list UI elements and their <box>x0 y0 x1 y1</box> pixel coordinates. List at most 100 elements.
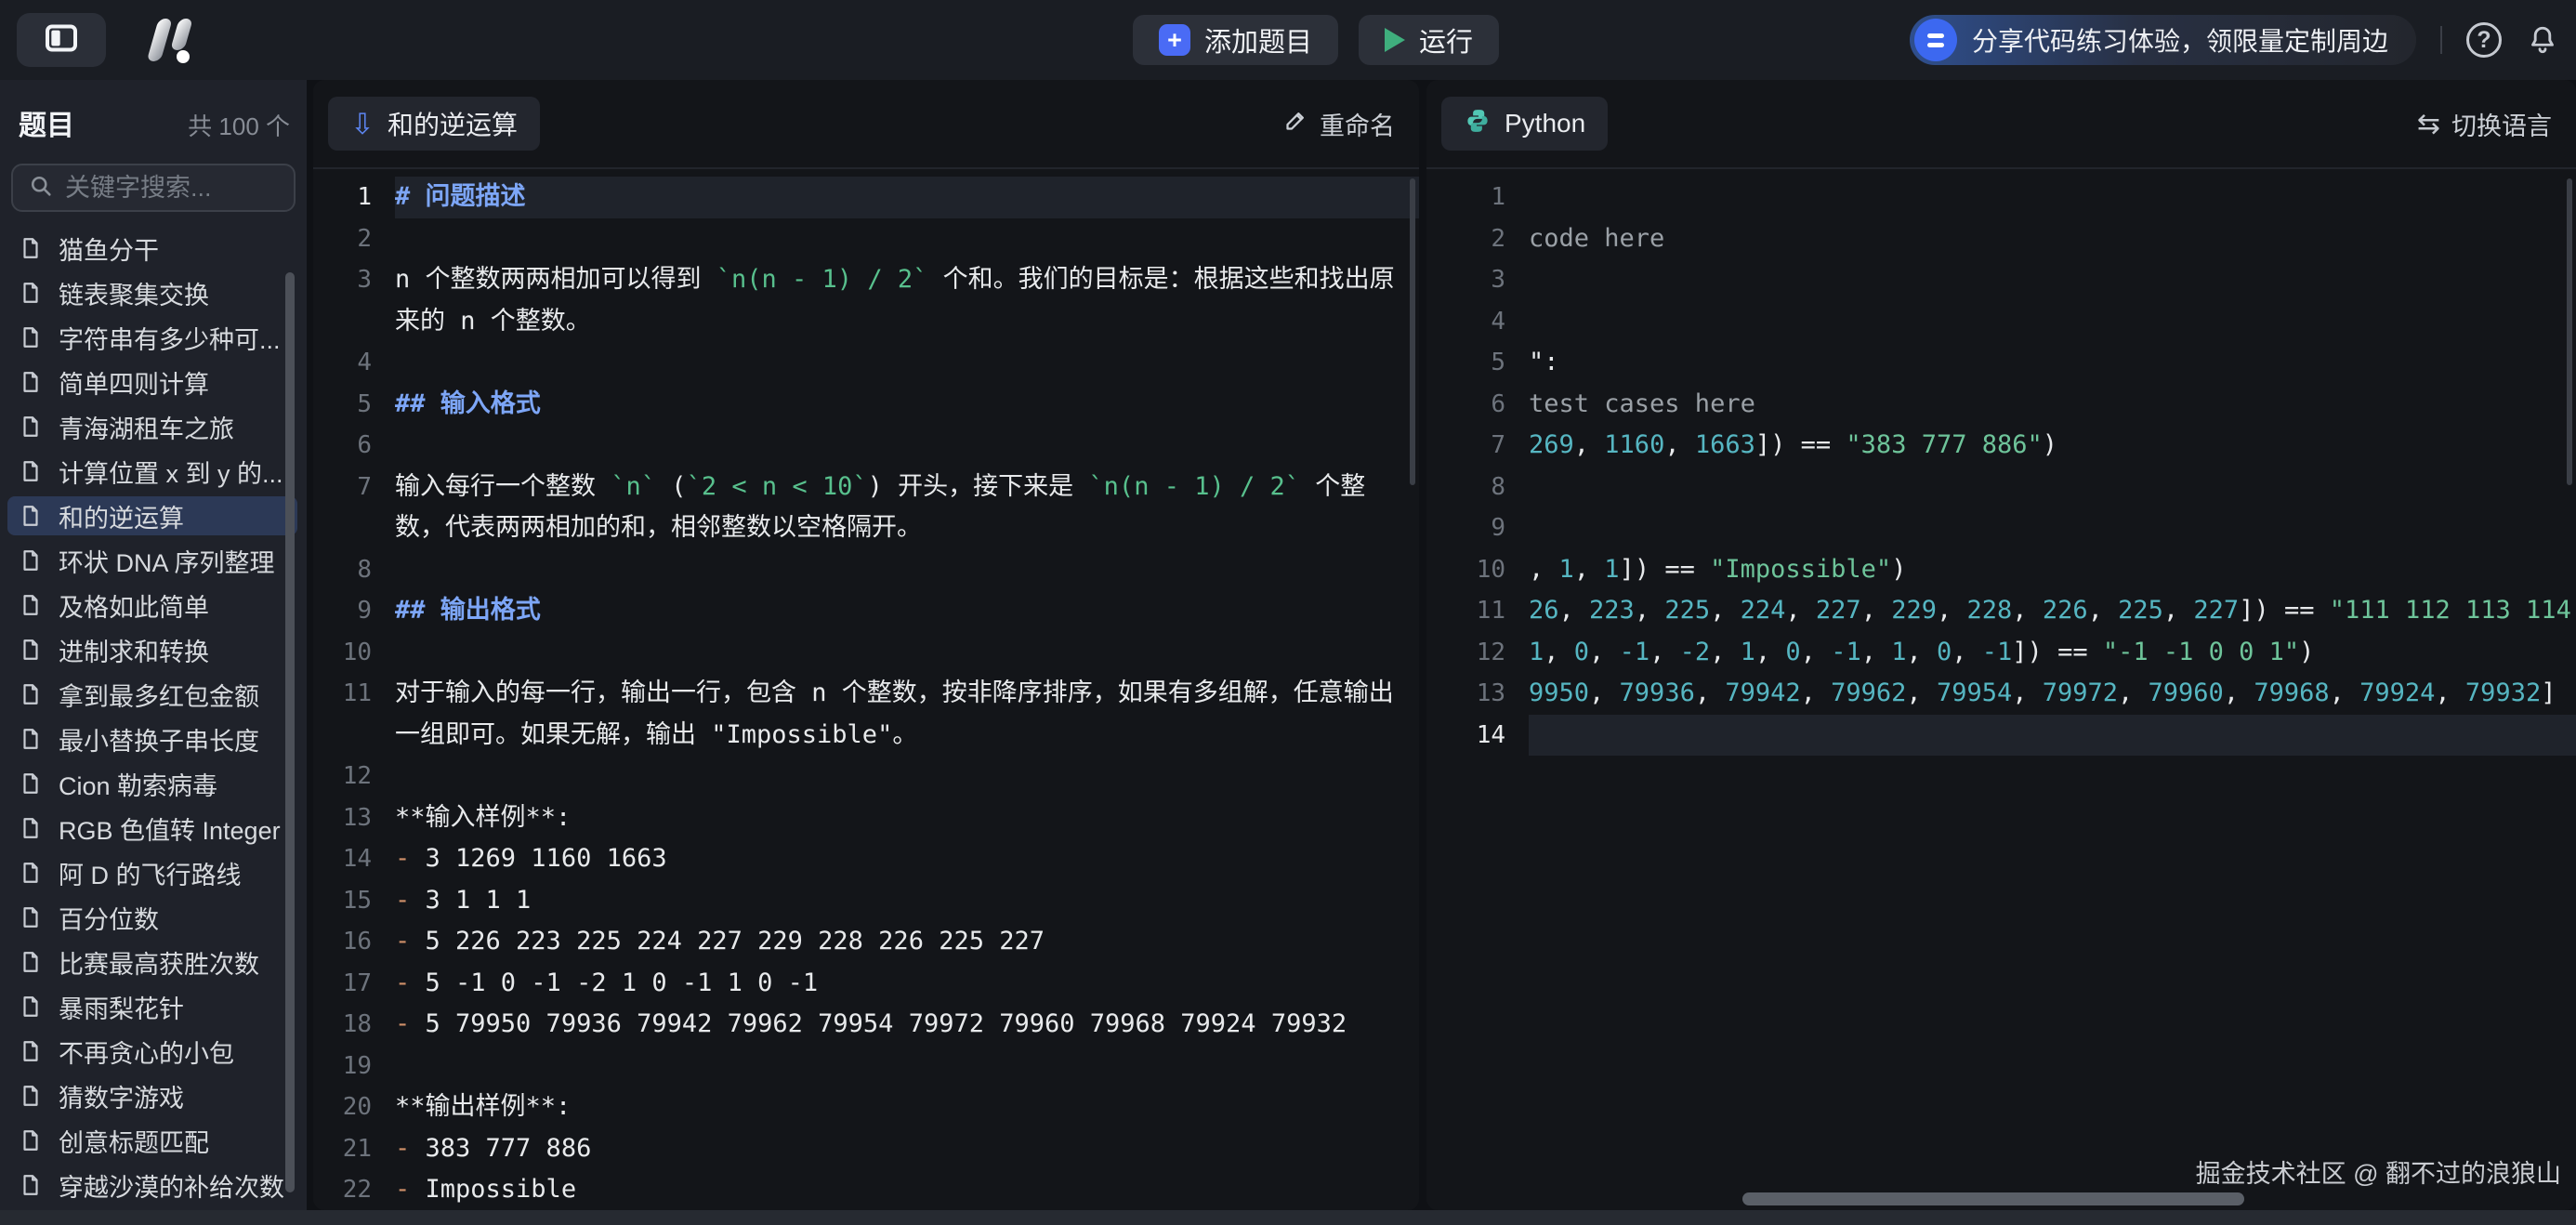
line-content[interactable]: 9950, 79936, 79942, 79962, 79954, 79972,… <box>1529 673 2576 715</box>
search-input[interactable] <box>65 174 307 203</box>
sidebar-item[interactable]: 及格如此简单 <box>7 586 297 625</box>
line-content[interactable]: ## 输入格式 <box>395 384 1419 426</box>
code-editor-hscrollbar[interactable] <box>1742 1192 2244 1205</box>
editor-line[interactable]: 3n 个整数两两相加可以得到 `n(n - 1) / 2` 个和。我们的目标是：… <box>313 259 1419 342</box>
editor-line[interactable]: 4 <box>313 342 1419 384</box>
line-content[interactable]: - 383 777 886 <box>395 1128 1419 1170</box>
line-content[interactable] <box>395 1046 1419 1087</box>
line-content[interactable] <box>1529 467 2576 508</box>
line-content[interactable] <box>1529 259 2576 301</box>
add-problem-button[interactable]: + 添加题目 <box>1133 15 1338 65</box>
sidebar-item[interactable]: 拿到最多红包金额 <box>7 675 297 714</box>
sidebar-item[interactable]: 环状 DNA 序列整理 <box>7 541 297 580</box>
editor-line[interactable]: 21- 383 777 886 <box>313 1128 1419 1170</box>
editor-line[interactable]: 6 <box>313 425 1419 467</box>
line-content[interactable]: **输入样例**: <box>395 797 1419 839</box>
sidebar-item[interactable]: 链表聚集交换 <box>7 273 297 312</box>
sidebar-item[interactable]: 暴雨梨花针 <box>7 987 297 1026</box>
search-box[interactable] <box>11 164 296 212</box>
line-content[interactable]: ": <box>1529 342 2576 384</box>
editor-line[interactable]: 20**输出样例**: <box>313 1087 1419 1128</box>
line-content[interactable]: n 个整数两两相加可以得到 `n(n - 1) / 2` 个和。我们的目标是：根… <box>395 259 1419 342</box>
editor-line[interactable]: 14- 3 1269 1160 1663 <box>313 838 1419 880</box>
problem-editor-scrollbar[interactable] <box>1410 178 1415 485</box>
sidebar-item[interactable]: Cion 勒索病毒 <box>7 764 297 803</box>
sidebar-item[interactable]: 穿越沙漠的补给次数 <box>7 1166 297 1205</box>
line-content[interactable]: test cases here <box>1529 384 2576 426</box>
editor-line[interactable]: 1# 问题描述 <box>313 177 1419 218</box>
editor-line[interactable]: 10, 1, 1]) == "Impossible") <box>1426 549 2576 591</box>
line-content[interactable]: 对于输入的每一行，输出一行，包含 n 个整数，按非降序排序，如果有多组解，任意输… <box>395 673 1419 756</box>
line-content[interactable] <box>395 342 1419 384</box>
editor-line[interactable]: 139950, 79936, 79942, 79962, 79954, 7997… <box>1426 673 2576 715</box>
line-content[interactable] <box>395 425 1419 467</box>
sidebar-item[interactable]: 和的逆运算 <box>7 496 297 535</box>
editor-line[interactable]: 18- 5 79950 79936 79942 79962 79954 7997… <box>313 1004 1419 1046</box>
line-content[interactable]: **输出样例**: <box>395 1087 1419 1128</box>
editor-line[interactable]: 15- 3 1 1 1 <box>313 880 1419 922</box>
line-content[interactable] <box>1529 715 2576 757</box>
sidebar-item[interactable]: 不再贪心的小包 <box>7 1032 297 1071</box>
sidebar-item[interactable]: 进制求和转换 <box>7 630 297 669</box>
editor-line[interactable]: 17- 5 -1 0 -1 -2 1 0 -1 1 0 -1 <box>313 963 1419 1005</box>
language-tab[interactable]: Python <box>1441 97 1608 151</box>
line-content[interactable]: 26, 223, 225, 224, 227, 229, 228, 226, 2… <box>1529 590 2576 632</box>
code-editor-vscrollbar[interactable] <box>2567 178 2572 485</box>
line-content[interactable]: 1, 0, -1, -2, 1, 0, -1, 1, 0, -1]) == "-… <box>1529 632 2576 674</box>
sidebar-item[interactable]: 阿 D 的飞行路线 <box>7 853 297 892</box>
switch-language-button[interactable]: ⇆ 切换语言 <box>2417 106 2552 142</box>
editor-line[interactable]: 12 <box>313 756 1419 797</box>
line-content[interactable]: 269, 1160, 1663]) == "383 777 886") <box>1529 425 2576 467</box>
line-content[interactable] <box>395 632 1419 674</box>
line-content[interactable] <box>1529 177 2576 218</box>
editor-line[interactable]: 7输入每行一个整数 `n` (`2 < n < 10`) 开头，接下来是 `n(… <box>313 467 1419 549</box>
editor-line[interactable]: 8 <box>1426 467 2576 508</box>
editor-line[interactable]: 2code here <box>1426 218 2576 260</box>
sidebar-item[interactable]: 青海湖租车之旅 <box>7 407 297 446</box>
editor-line[interactable]: 7269, 1160, 1663]) == "383 777 886") <box>1426 425 2576 467</box>
editor-line[interactable]: 2 <box>313 218 1419 260</box>
code-editor[interactable]: 12code here345":6test cases here7269, 11… <box>1426 169 2576 756</box>
rename-button[interactable]: 重命名 <box>1283 106 1395 142</box>
line-content[interactable] <box>1529 301 2576 343</box>
sidebar-item[interactable]: 百分位数 <box>7 898 297 937</box>
editor-line[interactable]: 9 <box>1426 507 2576 549</box>
help-icon[interactable]: ? <box>2466 22 2502 58</box>
sidebar-item[interactable]: RGB 色值转 Integer <box>7 809 297 848</box>
line-content[interactable]: code here <box>1529 218 2576 260</box>
sidebar-item[interactable]: 猜数字游戏 <box>7 1076 297 1115</box>
sidebar-item[interactable]: 字符串有多少种可... <box>7 318 297 357</box>
problem-tab[interactable]: ⇩ 和的逆运算 <box>328 97 540 151</box>
problem-editor[interactable]: 1# 问题描述23n 个整数两两相加可以得到 `n(n - 1) / 2` 个和… <box>313 169 1419 1210</box>
editor-line[interactable]: 19 <box>313 1046 1419 1087</box>
line-content[interactable]: - 3 1269 1160 1663 <box>395 838 1419 880</box>
editor-line[interactable]: 4 <box>1426 301 2576 343</box>
editor-line[interactable]: 3 <box>1426 259 2576 301</box>
line-content[interactable]: - 5 79950 79936 79942 79962 79954 79972 … <box>395 1004 1419 1046</box>
editor-line[interactable]: 1126, 223, 225, 224, 227, 229, 228, 226,… <box>1426 590 2576 632</box>
line-content[interactable]: ## 输出格式 <box>395 590 1419 632</box>
sidebar-item[interactable]: 猫鱼分干 <box>7 229 297 268</box>
app-logo[interactable] <box>139 15 217 65</box>
line-content[interactable]: 输入每行一个整数 `n` (`2 < n < 10`) 开头，接下来是 `n(n… <box>395 467 1419 549</box>
line-content[interactable]: , 1, 1]) == "Impossible") <box>1529 549 2576 591</box>
editor-line[interactable]: 16- 5 226 223 225 224 227 229 228 226 22… <box>313 921 1419 963</box>
sidebar-item[interactable]: 比赛最高获胜次数 <box>7 942 297 981</box>
editor-line[interactable]: 22- Impossible <box>313 1169 1419 1210</box>
sidebar-item[interactable]: 最小替换子串长度 <box>7 719 297 758</box>
sidebar-toggle-button[interactable] <box>17 13 106 67</box>
notifications-bell-icon[interactable] <box>2526 23 2559 57</box>
sidebar-item[interactable]: 计算位置 x 到 y 的... <box>7 452 297 491</box>
run-button[interactable]: 运行 <box>1359 15 1499 65</box>
line-content[interactable]: # 问题描述 <box>395 177 1419 218</box>
editor-line[interactable]: 5": <box>1426 342 2576 384</box>
line-content[interactable] <box>395 218 1419 260</box>
sidebar-scrollbar[interactable] <box>285 272 295 1192</box>
line-content[interactable]: - 5 226 223 225 224 227 229 228 226 225 … <box>395 921 1419 963</box>
line-content[interactable]: - 3 1 1 1 <box>395 880 1419 922</box>
line-content[interactable] <box>1529 507 2576 549</box>
editor-line[interactable]: 6test cases here <box>1426 384 2576 426</box>
editor-line[interactable]: 13**输入样例**: <box>313 797 1419 839</box>
editor-line[interactable]: 1 <box>1426 177 2576 218</box>
line-content[interactable]: - 5 -1 0 -1 -2 1 0 -1 1 0 -1 <box>395 963 1419 1005</box>
